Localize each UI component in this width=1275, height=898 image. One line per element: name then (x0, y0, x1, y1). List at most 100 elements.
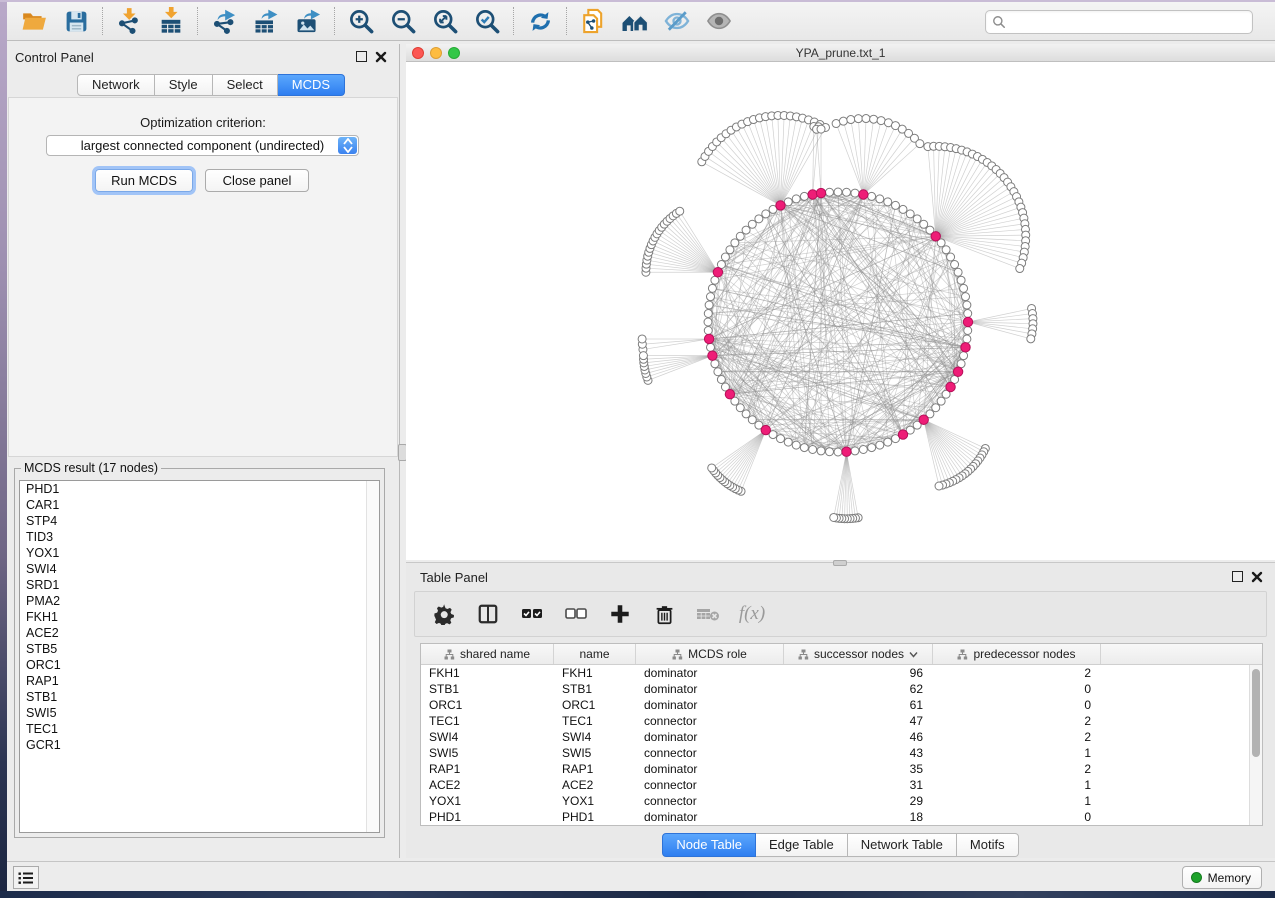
ring-node[interactable] (817, 447, 825, 455)
show-log-button[interactable] (13, 866, 39, 889)
table-scrollbar[interactable] (1249, 665, 1262, 825)
table-row[interactable]: TEC1TEC1connector472 (421, 713, 1262, 729)
ring-node[interactable] (721, 253, 729, 261)
leaf-node[interactable] (817, 125, 825, 133)
ring-node[interactable] (809, 446, 817, 454)
ring-node[interactable] (899, 205, 907, 213)
delete-column-button[interactable] (649, 598, 679, 630)
mcds-hub-node[interactable] (704, 334, 713, 343)
ring-node[interactable] (951, 261, 959, 269)
ring-node[interactable] (825, 448, 833, 456)
mcds-result-item[interactable]: STB5 (20, 641, 379, 657)
duplicate-network-button[interactable] (572, 4, 614, 38)
float-panel-icon[interactable] (356, 51, 367, 62)
table-row[interactable]: STB1STB1dominator620 (421, 681, 1262, 697)
ring-node[interactable] (937, 397, 945, 405)
mcds-result-item[interactable]: ORC1 (20, 657, 379, 673)
mcds-hub-node[interactable] (946, 382, 955, 391)
column-header-MCDS-role[interactable]: MCDS role (636, 644, 784, 664)
ring-node[interactable] (792, 441, 800, 449)
ring-node[interactable] (714, 368, 722, 376)
ring-node[interactable] (932, 404, 940, 412)
ring-node[interactable] (891, 201, 899, 209)
mcds-result-item[interactable]: STB1 (20, 689, 379, 705)
ring-node[interactable] (726, 246, 734, 254)
ring-node[interactable] (731, 239, 739, 247)
leaf-node[interactable] (870, 115, 878, 123)
ring-node[interactable] (706, 293, 714, 301)
tab-mcds[interactable]: MCDS (278, 74, 345, 96)
zoom-out-button[interactable] (382, 4, 424, 38)
ring-node[interactable] (742, 226, 750, 234)
ring-node[interactable] (742, 410, 750, 418)
mcds-result-item[interactable]: RAP1 (20, 673, 379, 689)
ring-node[interactable] (957, 276, 965, 284)
float-panel-icon[interactable] (1232, 571, 1243, 582)
network-window-titlebar[interactable]: YPA_prune.txt_1 (406, 44, 1275, 62)
ring-node[interactable] (755, 215, 763, 223)
first-neighbors-button[interactable] (614, 4, 656, 38)
leaf-node[interactable] (639, 352, 647, 360)
ring-node[interactable] (963, 301, 971, 309)
mcds-hub-node[interactable] (953, 367, 962, 376)
mcds-hub-node[interactable] (713, 268, 722, 277)
export-table-button[interactable] (245, 4, 287, 38)
mcds-hub-node[interactable] (931, 232, 940, 241)
open-session-button[interactable] (13, 4, 55, 38)
table-row[interactable]: ORC1ORC1dominator610 (421, 697, 1262, 713)
column-header-name[interactable]: name (554, 644, 636, 664)
mcds-hub-node[interactable] (816, 188, 825, 197)
ring-node[interactable] (960, 352, 968, 360)
ring-node[interactable] (963, 335, 971, 343)
leaf-node[interactable] (916, 140, 924, 148)
table-row[interactable]: YOX1YOX1connector291 (421, 793, 1262, 809)
ring-node[interactable] (954, 268, 962, 276)
search-input[interactable] (1006, 15, 1246, 29)
mcds-hub-node[interactable] (708, 351, 717, 360)
tab-node-table[interactable]: Node Table (662, 833, 756, 857)
leaf-node[interactable] (708, 464, 716, 472)
mcds-hub-node[interactable] (961, 343, 970, 352)
horizontal-splitter-handle[interactable] (833, 560, 847, 566)
mcds-result-item[interactable]: YOX1 (20, 545, 379, 561)
tab-motifs[interactable]: Motifs (957, 833, 1019, 857)
mcds-hub-node[interactable] (776, 201, 785, 210)
mcds-result-item[interactable]: TID3 (20, 529, 379, 545)
ring-node[interactable] (876, 195, 884, 203)
ring-node[interactable] (913, 215, 921, 223)
ring-node[interactable] (792, 195, 800, 203)
show-all-button[interactable] (698, 4, 740, 38)
ring-node[interactable] (884, 438, 892, 446)
mcds-hub-node[interactable] (808, 190, 817, 199)
ring-node[interactable] (834, 448, 842, 456)
zoom-fit-button[interactable] (424, 4, 466, 38)
close-panel-button[interactable]: Close panel (205, 169, 309, 192)
ring-node[interactable] (717, 375, 725, 383)
zoom-in-button[interactable] (340, 4, 382, 38)
mcds-result-item[interactable]: CAR1 (20, 497, 379, 513)
mcds-hub-node[interactable] (725, 390, 734, 399)
close-panel-icon[interactable] (375, 51, 387, 63)
leaf-node[interactable] (847, 116, 855, 124)
gear-button[interactable] (429, 598, 459, 630)
mcds-hub-node[interactable] (963, 317, 972, 326)
table-row[interactable]: RAP1RAP1dominator352 (421, 761, 1262, 777)
export-network-button[interactable] (203, 4, 245, 38)
close-panel-icon[interactable] (1251, 571, 1263, 583)
table-row[interactable]: FKH1FKH1dominator962 (421, 665, 1262, 681)
mcds-result-list[interactable]: PHD1CAR1STP4TID3YOX1SWI4SRD1PMA2FKH1ACE2… (19, 480, 380, 833)
ring-node[interactable] (859, 446, 867, 454)
tab-select[interactable]: Select (213, 74, 278, 96)
ring-node[interactable] (964, 309, 972, 317)
mcds-result-item[interactable]: GCR1 (20, 737, 379, 753)
mcds-hub-node[interactable] (842, 447, 851, 456)
ring-node[interactable] (705, 301, 713, 309)
leaf-node[interactable] (676, 207, 684, 215)
ring-node[interactable] (736, 232, 744, 240)
ring-node[interactable] (708, 284, 716, 292)
mcds-result-item[interactable]: PMA2 (20, 593, 379, 609)
ring-node[interactable] (704, 309, 712, 317)
ring-node[interactable] (962, 293, 970, 301)
search-field[interactable] (985, 10, 1253, 34)
table-row[interactable]: SWI5SWI5connector431 (421, 745, 1262, 761)
